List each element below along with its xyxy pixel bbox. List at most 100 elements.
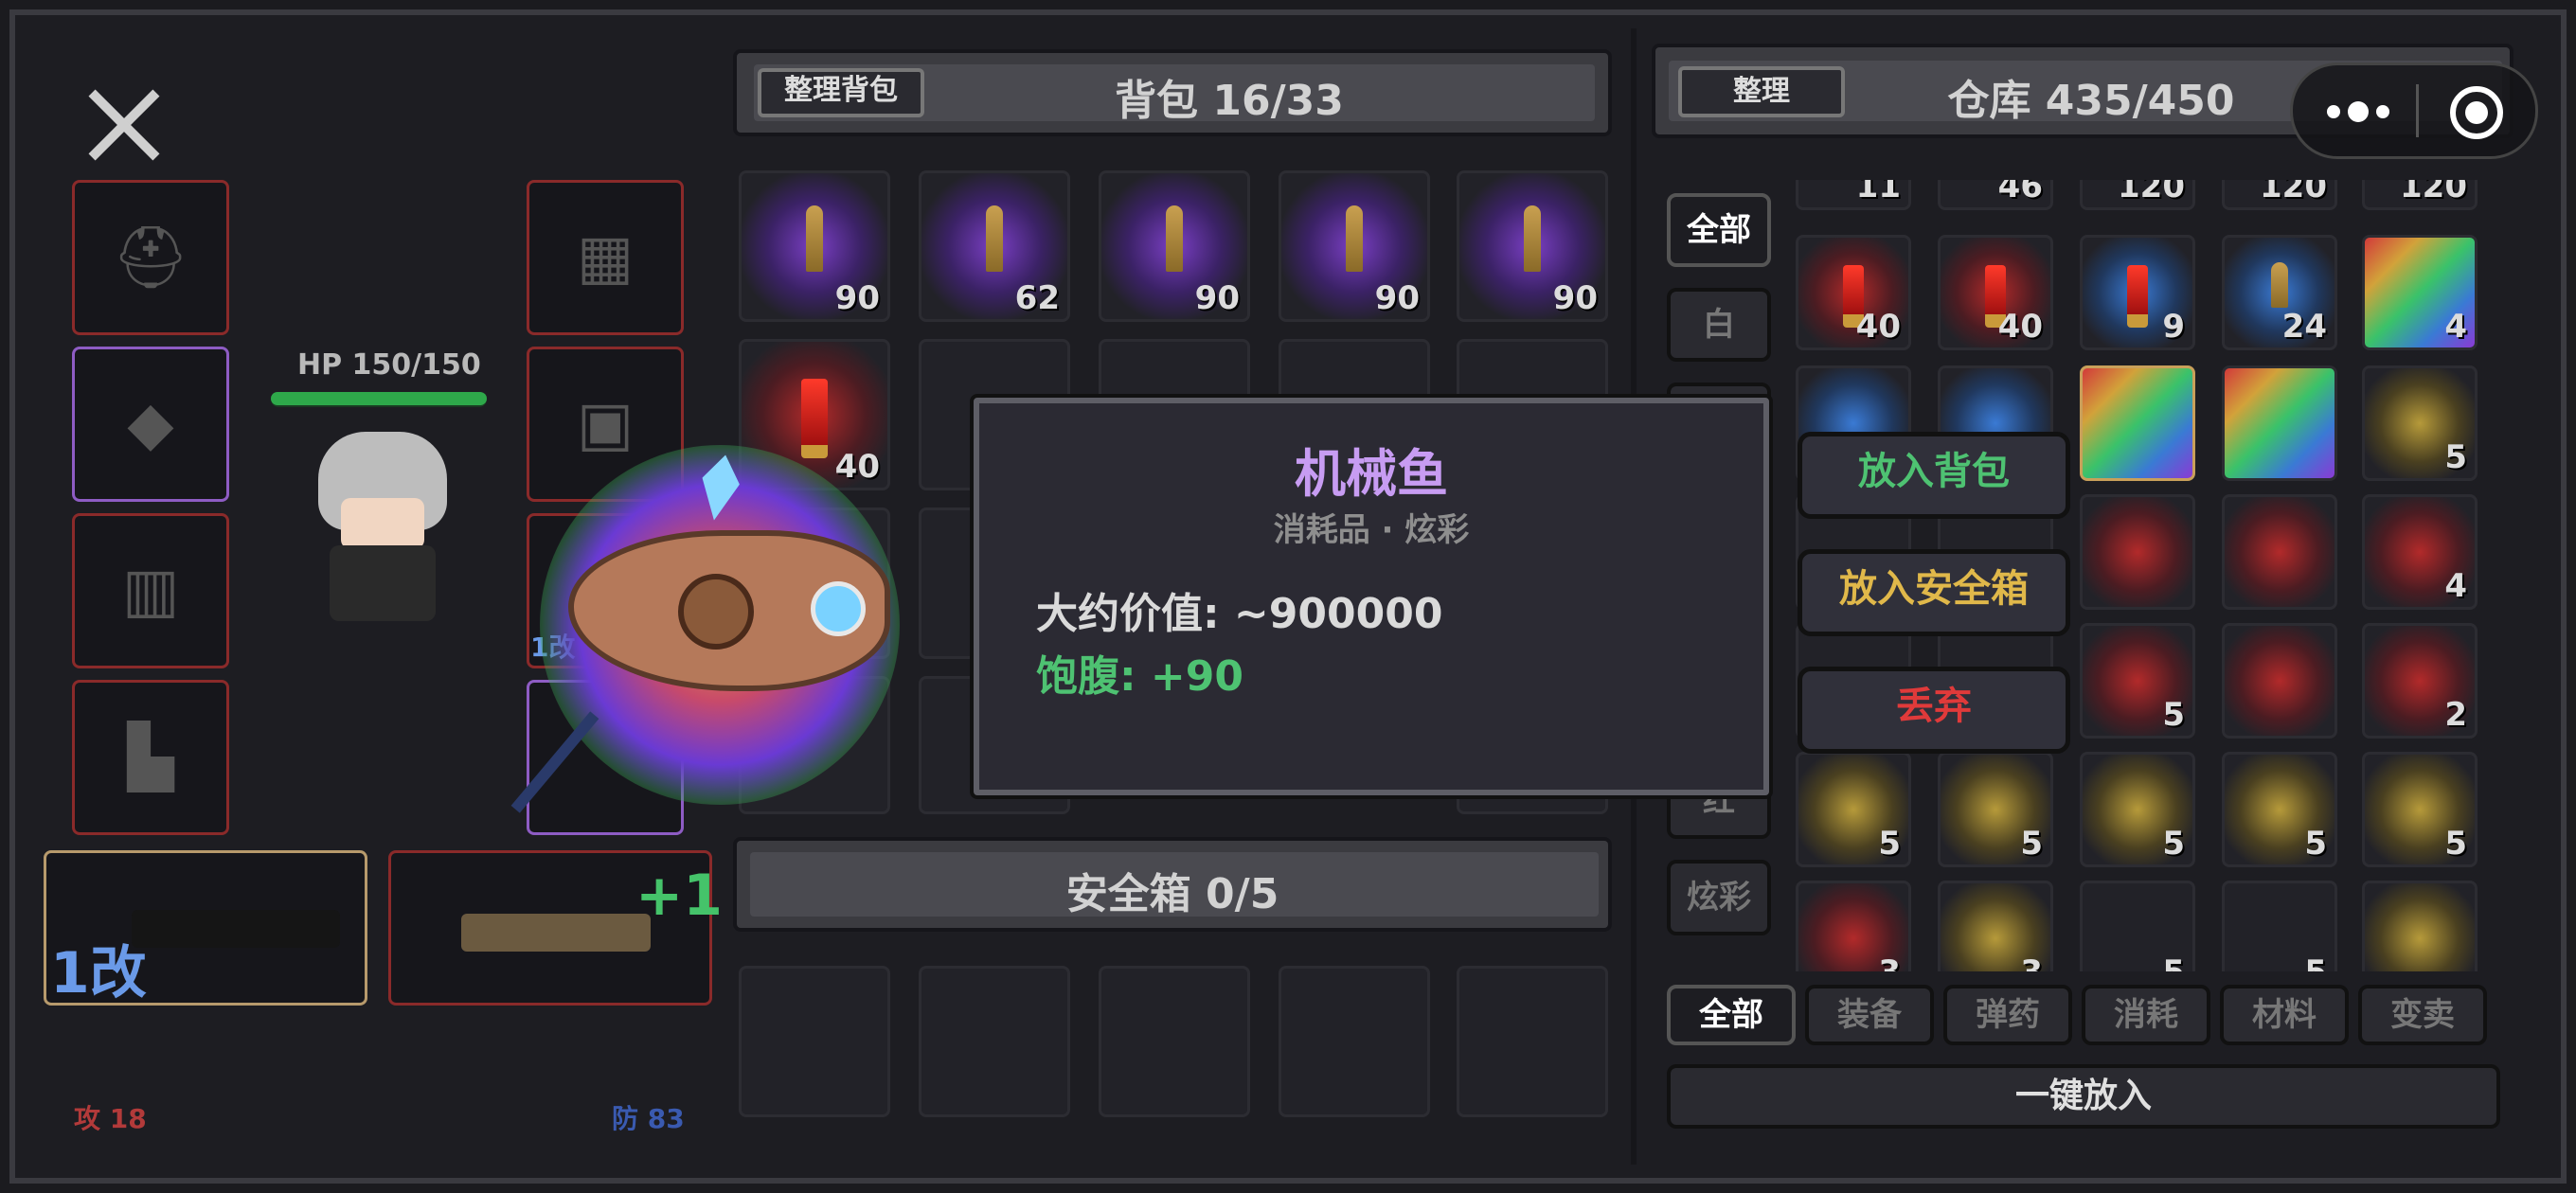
item-count: 40 <box>834 448 880 486</box>
warehouse-cell-axolotl[interactable] <box>2080 494 2195 610</box>
armor-vest-icon: ◆ <box>127 389 174 459</box>
boots-slot[interactable]: ▙ <box>72 680 229 835</box>
warehouse-cell-bowl[interactable]: 2 <box>2362 623 2478 739</box>
character-avatar <box>309 426 456 634</box>
item-count: 90 <box>1194 279 1240 317</box>
warehouse-cell-fish[interactable] <box>2222 365 2337 481</box>
vest-slot[interactable]: ▦ <box>527 180 684 335</box>
fish-gear <box>678 574 754 650</box>
safebox-cell[interactable] <box>1099 966 1250 1117</box>
warehouse-cell-shotgun-shell[interactable]: 40 <box>1938 235 2053 350</box>
character-face <box>341 498 424 549</box>
rarity-filter-white[interactable]: 白 <box>1667 288 1771 362</box>
warehouse-cell-shotgun-shell[interactable]: 9 <box>2080 235 2195 350</box>
backpack-cell-rifle-ammo[interactable]: 90 <box>1457 170 1608 322</box>
category-tab-all[interactable]: 全部 <box>1667 985 1796 1045</box>
item-count: 5 <box>1878 825 1901 863</box>
item-count: 5 <box>2444 438 2467 476</box>
item-count: 5 <box>2162 953 2185 971</box>
target-circle-icon[interactable] <box>2450 86 2503 139</box>
capsule-divider <box>2416 84 2419 137</box>
item-count: 5 <box>2304 953 2327 971</box>
miniprogram-capsule <box>2290 62 2538 159</box>
item-count: 5 <box>2162 696 2185 734</box>
item-count: 5 <box>2304 825 2327 863</box>
category-tab-equipment[interactable]: 装备 <box>1805 985 1934 1045</box>
category-tab-ammo[interactable]: 弹药 <box>1943 985 2072 1045</box>
item-detail-popup: 机械鱼 消耗品 · 炫彩 大约价值: ~900000 饱腹: +90 <box>974 398 1769 795</box>
warehouse-cell[interactable]: 11 <box>1796 180 1911 210</box>
warehouse-cell-crab[interactable]: 3 <box>1796 881 1911 971</box>
warehouse-cell-lunchbox[interactable]: 4 <box>2362 494 2478 610</box>
item-count: 62 <box>1014 279 1060 317</box>
put-in-backpack-button[interactable]: 放入背包 <box>1798 432 2070 519</box>
weapon-upgrade-badge: 1改 <box>50 940 147 1006</box>
backpack-cell-rifle-ammo[interactable]: 90 <box>739 170 890 322</box>
warehouse-cell-supply-case[interactable]: 5 <box>2362 752 2478 867</box>
armor-slot[interactable]: ◆ <box>72 347 229 502</box>
item-count: 11 <box>1855 180 1901 205</box>
helmet-icon: ⛑ <box>112 223 189 294</box>
item-count: 40 <box>1997 308 2043 346</box>
item-count: 120 <box>2118 180 2185 205</box>
helmet-slot[interactable]: ⛑ <box>72 180 229 335</box>
warehouse-cell[interactable]: 120 <box>2222 180 2337 210</box>
attack-stat: 攻 18 <box>74 1103 147 1134</box>
warehouse-cell[interactable]: 120 <box>2362 180 2478 210</box>
warehouse-cell-crate[interactable]: 5 <box>2222 881 2337 971</box>
category-tab-sell[interactable]: 变卖 <box>2358 985 2487 1045</box>
warehouse-cell-octopus[interactable] <box>2222 623 2337 739</box>
secondary-weapon-slot[interactable]: +1 <box>388 850 723 1006</box>
safebox-cell[interactable] <box>1279 966 1430 1117</box>
rifle-icon <box>132 910 340 948</box>
sort-backpack-button[interactable]: 整理背包 <box>758 68 924 117</box>
category-tab-consumables[interactable]: 消耗 <box>2082 985 2210 1045</box>
safebox-cell[interactable] <box>919 966 1070 1117</box>
warehouse-cell-pistol-ammo[interactable]: 24 <box>2222 235 2337 350</box>
bullet-icon <box>806 205 823 272</box>
warehouse-cell-jellyfish[interactable] <box>2362 881 2478 971</box>
item-count: 46 <box>1997 180 2043 205</box>
weapon-bonus-badge: +1 <box>635 863 724 929</box>
tactical-vest-icon: ▦ <box>576 223 635 293</box>
item-value: 大约价值: ~900000 <box>1036 590 1443 638</box>
warehouse-cell-medkit[interactable]: 5 <box>2362 365 2478 481</box>
one-click-store-button[interactable]: 一键放入 <box>1667 1064 2500 1129</box>
backpack-cell-rifle-ammo[interactable]: 90 <box>1099 170 1250 322</box>
more-dots-icon[interactable] <box>2327 94 2412 132</box>
warehouse-cell-shotgun-shell[interactable]: 40 <box>1796 235 1911 350</box>
close-icon[interactable] <box>78 80 169 170</box>
discard-button[interactable]: 丢弃 <box>1798 667 2070 754</box>
pants-slot[interactable]: ▥ <box>72 513 229 668</box>
warehouse-cell-mechanical-fish-selected[interactable] <box>2080 365 2195 481</box>
warehouse-cell-crate[interactable]: 5 <box>2080 881 2195 971</box>
item-count: 120 <box>2400 180 2467 205</box>
shotgun-shell-icon <box>2127 265 2148 328</box>
warehouse-cell-supply-case[interactable]: 5 <box>1938 752 2053 867</box>
rarity-filter-all[interactable]: 全部 <box>1667 193 1771 267</box>
warehouse-cell-potion[interactable]: 4 <box>2362 235 2478 350</box>
safebox-cell[interactable] <box>739 966 890 1117</box>
warehouse-cell-supply-case[interactable]: 5 <box>1796 752 1911 867</box>
backpack-cell-rifle-ammo[interactable]: 62 <box>919 170 1070 322</box>
warehouse-cell-crate[interactable]: 3 <box>1938 881 2053 971</box>
bullet-icon <box>986 205 1003 272</box>
category-tab-materials[interactable]: 材料 <box>2220 985 2349 1045</box>
warehouse-cell-supply-case[interactable]: 5 <box>2080 752 2195 867</box>
safebox-cell[interactable] <box>1457 966 1608 1117</box>
put-in-safebox-button[interactable]: 放入安全箱 <box>1798 549 2070 636</box>
bullet-icon <box>2271 261 2288 308</box>
primary-weapon-slot[interactable]: 1改 <box>44 850 367 1006</box>
pants-icon: ▥ <box>121 556 180 626</box>
safebox-header: 安全箱 0/5 <box>733 837 1612 932</box>
rarity-filter-colorful[interactable]: 炫彩 <box>1667 860 1771 935</box>
item-count: 9 <box>2162 308 2185 346</box>
warehouse-cell[interactable]: 46 <box>1938 180 2053 210</box>
sort-warehouse-button[interactable]: 整理 <box>1678 66 1845 117</box>
warehouse-cell-supply-case[interactable]: 5 <box>2222 752 2337 867</box>
item-category: 消耗品 · 炫彩 <box>1273 511 1470 549</box>
warehouse-cell-rice-ball[interactable]: 5 <box>2080 623 2195 739</box>
warehouse-cell[interactable]: 120 <box>2080 180 2195 210</box>
backpack-cell-rifle-ammo[interactable]: 90 <box>1279 170 1430 322</box>
warehouse-cell-zongzi[interactable] <box>2222 494 2337 610</box>
